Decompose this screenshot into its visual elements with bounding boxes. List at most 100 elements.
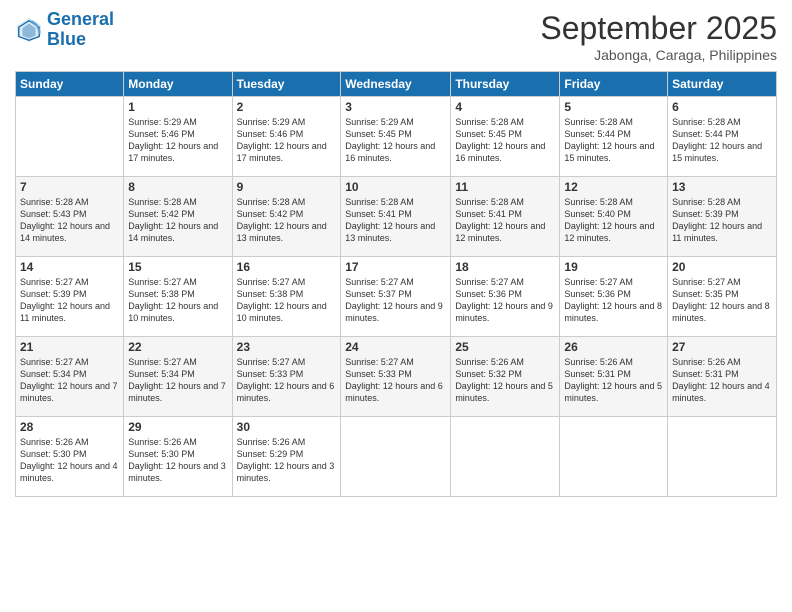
table-row: 29Sunrise: 5:26 AM Sunset: 5:30 PM Dayli… (124, 417, 232, 497)
logo-text: General Blue (47, 10, 114, 50)
day-info: Sunrise: 5:27 AM Sunset: 5:34 PM Dayligh… (128, 356, 227, 405)
calendar-week-row: 28Sunrise: 5:26 AM Sunset: 5:30 PM Dayli… (16, 417, 777, 497)
calendar-week-row: 21 Sunrise: 5:27 AM Sunset: 5:34 PM Dayli… (16, 337, 777, 417)
day-number: 9 (237, 180, 337, 194)
calendar-table: Sunday Monday Tuesday Wednesday Thursday… (15, 71, 777, 497)
table-row: 26 Sunrise: 5:26 AM Sunset: 5:31 PM Dayli… (560, 337, 668, 417)
calendar-week-row: 7 Sunrise: 5:28 AM Sunset: 5:43 PM Daylig… (16, 177, 777, 257)
day-number: 12 (564, 180, 663, 194)
header: General Blue September 2025 Jabonga, Car… (15, 10, 777, 63)
table-row: 24Sunrise: 5:27 AM Sunset: 5:33 PM Dayli… (341, 337, 451, 417)
table-row: 4 Sunrise: 5:28 AM Sunset: 5:45 PM Daylig… (451, 97, 560, 177)
day-info: Sunrise: 5:29 AM Sunset: 5:45 PM Dayligh… (345, 116, 446, 165)
table-row: 16 Sunrise: 5:27 AM Sunset: 5:38 PM Dayli… (232, 257, 341, 337)
table-row: 28Sunrise: 5:26 AM Sunset: 5:30 PM Dayli… (16, 417, 124, 497)
calendar-week-row: 1 Sunrise: 5:29 AM Sunset: 5:46 PM Daylig… (16, 97, 777, 177)
day-number: 18 (455, 260, 555, 274)
logo-blue: Blue (47, 29, 86, 49)
day-number: 14 (20, 260, 119, 274)
table-row (341, 417, 451, 497)
table-row: 13 Sunrise: 5:28 AM Sunset: 5:39 PM Dayli… (668, 177, 777, 257)
table-row: 9 Sunrise: 5:28 AM Sunset: 5:42 PM Daylig… (232, 177, 341, 257)
day-info: Sunrise: 5:28 AM Sunset: 5:45 PM Dayligh… (455, 116, 555, 165)
day-info: Sunrise: 5:28 AM Sunset: 5:44 PM Dayligh… (672, 116, 772, 165)
col-friday: Friday (560, 72, 668, 97)
day-info: Sunrise: 5:27 AM Sunset: 5:33 PM Dayligh… (237, 356, 337, 405)
day-info: Sunrise: 5:26 AM Sunset: 5:30 PM Dayligh… (128, 436, 227, 485)
day-info: Sunrise: 5:26 AM Sunset: 5:32 PM Dayligh… (455, 356, 555, 405)
day-number: 26 (564, 340, 663, 354)
day-info: Sunrise: 5:28 AM Sunset: 5:39 PM Dayligh… (672, 196, 772, 245)
day-number: 17 (345, 260, 446, 274)
table-row: 15 Sunrise: 5:27 AM Sunset: 5:38 PM Dayli… (124, 257, 232, 337)
table-row (560, 417, 668, 497)
table-row: 10 Sunrise: 5:28 AM Sunset: 5:41 PM Dayli… (341, 177, 451, 257)
table-row: 22 Sunrise: 5:27 AM Sunset: 5:34 PM Dayli… (124, 337, 232, 417)
calendar-header-row: Sunday Monday Tuesday Wednesday Thursday… (16, 72, 777, 97)
day-info: Sunrise: 5:27 AM Sunset: 5:38 PM Dayligh… (128, 276, 227, 325)
logo: General Blue (15, 10, 114, 50)
table-row: 21 Sunrise: 5:27 AM Sunset: 5:34 PM Dayli… (16, 337, 124, 417)
table-row: 27Sunrise: 5:26 AM Sunset: 5:31 PM Dayli… (668, 337, 777, 417)
day-number: 3 (345, 100, 446, 114)
table-row: 25 Sunrise: 5:26 AM Sunset: 5:32 PM Dayli… (451, 337, 560, 417)
col-monday: Monday (124, 72, 232, 97)
table-row: 20 Sunrise: 5:27 AM Sunset: 5:35 PM Dayli… (668, 257, 777, 337)
day-number: 20 (672, 260, 772, 274)
day-number: 16 (237, 260, 337, 274)
day-number: 8 (128, 180, 227, 194)
table-row: 30Sunrise: 5:26 AM Sunset: 5:29 PM Dayli… (232, 417, 341, 497)
day-info: Sunrise: 5:27 AM Sunset: 5:36 PM Dayligh… (564, 276, 663, 325)
location-subtitle: Jabonga, Caraga, Philippines (540, 47, 777, 63)
table-row: 2 Sunrise: 5:29 AM Sunset: 5:46 PM Daylig… (232, 97, 341, 177)
day-info: Sunrise: 5:26 AM Sunset: 5:31 PM Dayligh… (672, 356, 772, 405)
day-info: Sunrise: 5:28 AM Sunset: 5:43 PM Dayligh… (20, 196, 119, 245)
day-number: 1 (128, 100, 227, 114)
day-number: 22 (128, 340, 227, 354)
calendar-week-row: 14Sunrise: 5:27 AM Sunset: 5:39 PM Dayli… (16, 257, 777, 337)
table-row: 18 Sunrise: 5:27 AM Sunset: 5:36 PM Dayli… (451, 257, 560, 337)
logo-general: General (47, 9, 114, 29)
day-number: 4 (455, 100, 555, 114)
day-number: 11 (455, 180, 555, 194)
table-row: 3 Sunrise: 5:29 AM Sunset: 5:45 PM Daylig… (341, 97, 451, 177)
day-number: 13 (672, 180, 772, 194)
table-row: 17Sunrise: 5:27 AM Sunset: 5:37 PM Dayli… (341, 257, 451, 337)
table-row (16, 97, 124, 177)
day-info: Sunrise: 5:28 AM Sunset: 5:42 PM Dayligh… (237, 196, 337, 245)
day-number: 2 (237, 100, 337, 114)
table-row: 1Sunrise: 5:29 AM Sunset: 5:46 PM Daylig… (124, 97, 232, 177)
day-info: Sunrise: 5:28 AM Sunset: 5:41 PM Dayligh… (345, 196, 446, 245)
day-number: 21 (20, 340, 119, 354)
day-number: 25 (455, 340, 555, 354)
table-row: 14Sunrise: 5:27 AM Sunset: 5:39 PM Dayli… (16, 257, 124, 337)
day-info: Sunrise: 5:27 AM Sunset: 5:35 PM Dayligh… (672, 276, 772, 325)
month-title: September 2025 (540, 10, 777, 47)
day-info: Sunrise: 5:28 AM Sunset: 5:41 PM Dayligh… (455, 196, 555, 245)
day-number: 30 (237, 420, 337, 434)
day-info: Sunrise: 5:26 AM Sunset: 5:31 PM Dayligh… (564, 356, 663, 405)
col-sunday: Sunday (16, 72, 124, 97)
day-info: Sunrise: 5:27 AM Sunset: 5:36 PM Dayligh… (455, 276, 555, 325)
table-row: 12 Sunrise: 5:28 AM Sunset: 5:40 PM Dayli… (560, 177, 668, 257)
table-row: 23Sunrise: 5:27 AM Sunset: 5:33 PM Dayli… (232, 337, 341, 417)
day-number: 5 (564, 100, 663, 114)
day-number: 19 (564, 260, 663, 274)
day-info: Sunrise: 5:29 AM Sunset: 5:46 PM Dayligh… (237, 116, 337, 165)
logo-icon (15, 16, 43, 44)
page: General Blue September 2025 Jabonga, Car… (0, 0, 792, 612)
day-number: 7 (20, 180, 119, 194)
day-number: 24 (345, 340, 446, 354)
day-number: 6 (672, 100, 772, 114)
title-block: September 2025 Jabonga, Caraga, Philippi… (540, 10, 777, 63)
day-info: Sunrise: 5:28 AM Sunset: 5:42 PM Dayligh… (128, 196, 227, 245)
day-info: Sunrise: 5:27 AM Sunset: 5:38 PM Dayligh… (237, 276, 337, 325)
day-number: 15 (128, 260, 227, 274)
day-info: Sunrise: 5:28 AM Sunset: 5:44 PM Dayligh… (564, 116, 663, 165)
day-info: Sunrise: 5:28 AM Sunset: 5:40 PM Dayligh… (564, 196, 663, 245)
day-info: Sunrise: 5:27 AM Sunset: 5:34 PM Dayligh… (20, 356, 119, 405)
table-row: 7 Sunrise: 5:28 AM Sunset: 5:43 PM Daylig… (16, 177, 124, 257)
table-row: 5 Sunrise: 5:28 AM Sunset: 5:44 PM Daylig… (560, 97, 668, 177)
day-number: 10 (345, 180, 446, 194)
table-row: 19 Sunrise: 5:27 AM Sunset: 5:36 PM Dayli… (560, 257, 668, 337)
